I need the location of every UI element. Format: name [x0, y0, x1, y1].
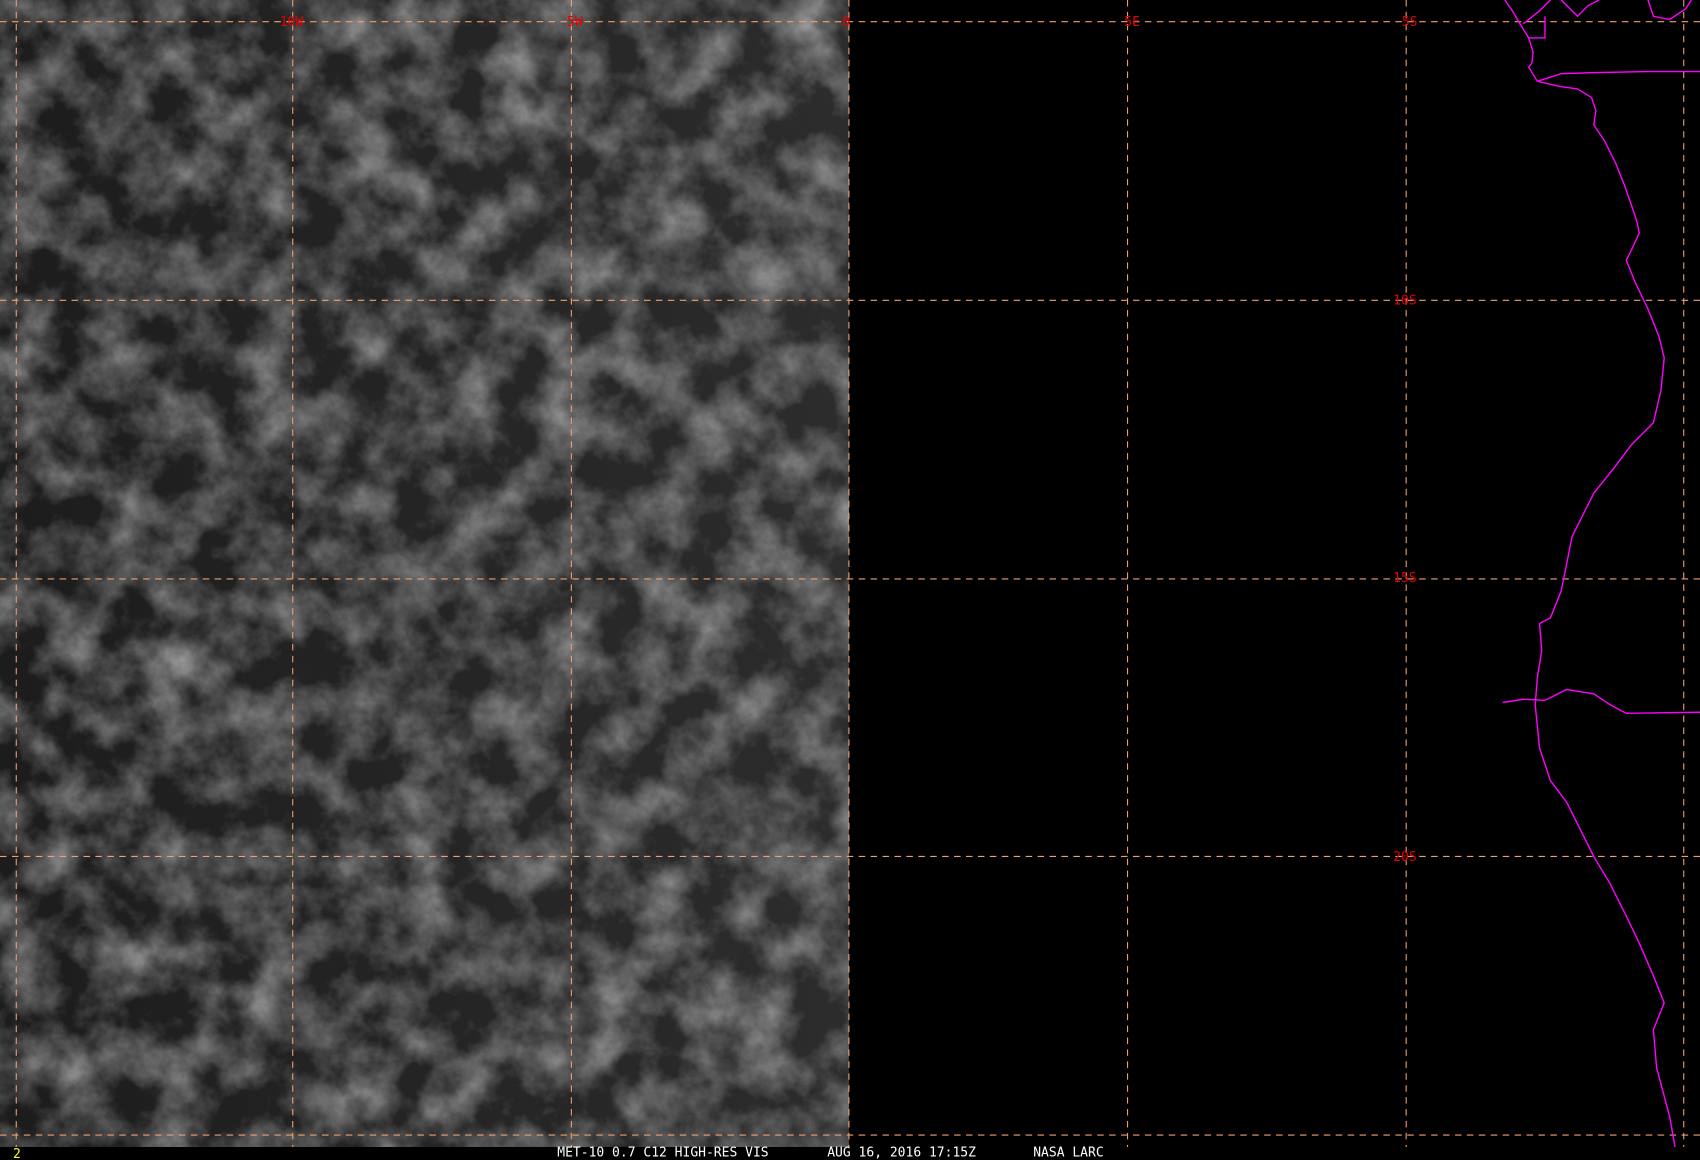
map-canvas: 10W 5W 0 5E 5S 10S 15S 20S 2 MET-10 0.7 … — [0, 0, 1700, 1160]
northern-border-2 — [1647, 0, 1692, 21]
lon-label-10w: 10W — [280, 15, 304, 30]
cloud-imagery — [0, 0, 849, 1147]
lat-label-15s: 15S — [1393, 571, 1416, 586]
lon-label-5w: 5W — [567, 15, 583, 30]
caption-bar: 2 MET-10 0.7 C12 HIGH-RES VIS AUG 16, 20… — [13, 1146, 1104, 1160]
frame-number: 2 — [13, 1147, 21, 1160]
lon-label-5e: 5E — [1124, 15, 1140, 30]
caption-source: NASA LARC — [1033, 1146, 1103, 1160]
lat-label-10s: 10S — [1393, 294, 1416, 309]
lat-label-5s: 5S — [1402, 15, 1418, 30]
lat-label-20s: 20S — [1393, 850, 1416, 865]
angola-namibia-border — [1502, 688, 1700, 715]
congo-border-line — [1528, 16, 1546, 39]
northern-border — [1560, 0, 1600, 18]
caption-product: MET-10 0.7 C12 HIGH-RES VIS — [557, 1146, 768, 1160]
coastline — [1502, 0, 1700, 1148]
satellite-map-view: 10W 5W 0 5E 5S 10S 15S 20S 2 MET-10 0.7 … — [0, 0, 1700, 1160]
lon-label-0: 0 — [842, 15, 850, 30]
africa-coastline — [1504, 0, 1676, 1148]
northern-coast — [1522, 0, 1551, 25]
country-border — [1537, 70, 1700, 82]
caption-datetime: AUG 16, 2016 17:15Z — [827, 1146, 976, 1160]
